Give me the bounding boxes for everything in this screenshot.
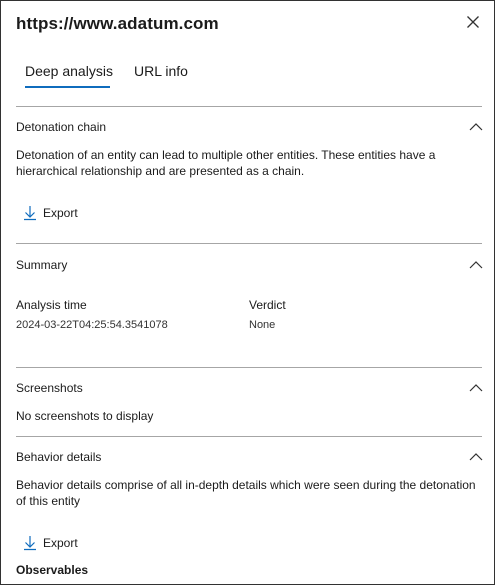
section-divider [16,367,482,368]
verdict-value: None [249,319,276,331]
detonation-chain-header[interactable]: Detonation chain [16,120,483,140]
section-title: Detonation chain [16,120,107,134]
section-title: Screenshots [16,381,83,395]
analysis-time-value: 2024-03-22T04:25:54.3541078 [16,319,168,331]
section-divider [16,243,482,244]
download-icon [24,206,36,221]
close-button[interactable] [464,13,482,31]
summary-header[interactable]: Summary [16,258,483,278]
tab-deep-analysis[interactable]: Deep analysis [25,63,113,79]
close-icon [467,16,479,28]
observables-heading: Observables [16,563,89,577]
no-screenshots-text: No screenshots to display [16,409,154,423]
section-title: Behavior details [16,450,102,464]
chevron-up-icon [469,261,483,269]
chevron-up-icon [469,123,483,131]
behavior-details-description: Behavior details comprise of all in-dept… [16,478,476,508]
chevron-up-icon [469,384,483,392]
tab-url-info[interactable]: URL info [134,63,188,79]
section-title: Summary [16,258,68,272]
section-divider [16,436,482,437]
behavior-details-header[interactable]: Behavior details [16,450,483,470]
screenshots-header[interactable]: Screenshots [16,381,483,401]
selected-tab-indicator [25,86,110,88]
detonation-chain-description: Detonation of an entity can lead to mult… [16,148,436,178]
export-label: Export [43,536,78,550]
analysis-time-label: Analysis time [16,298,87,312]
chevron-up-icon [469,453,483,461]
panel-title: https://www.adatum.com [16,14,219,33]
download-icon [24,536,36,551]
export-label: Export [43,206,78,220]
section-divider [16,106,482,107]
details-panel: https://www.adatum.com Deep analysis URL… [0,0,495,585]
verdict-label: Verdict [249,298,286,312]
